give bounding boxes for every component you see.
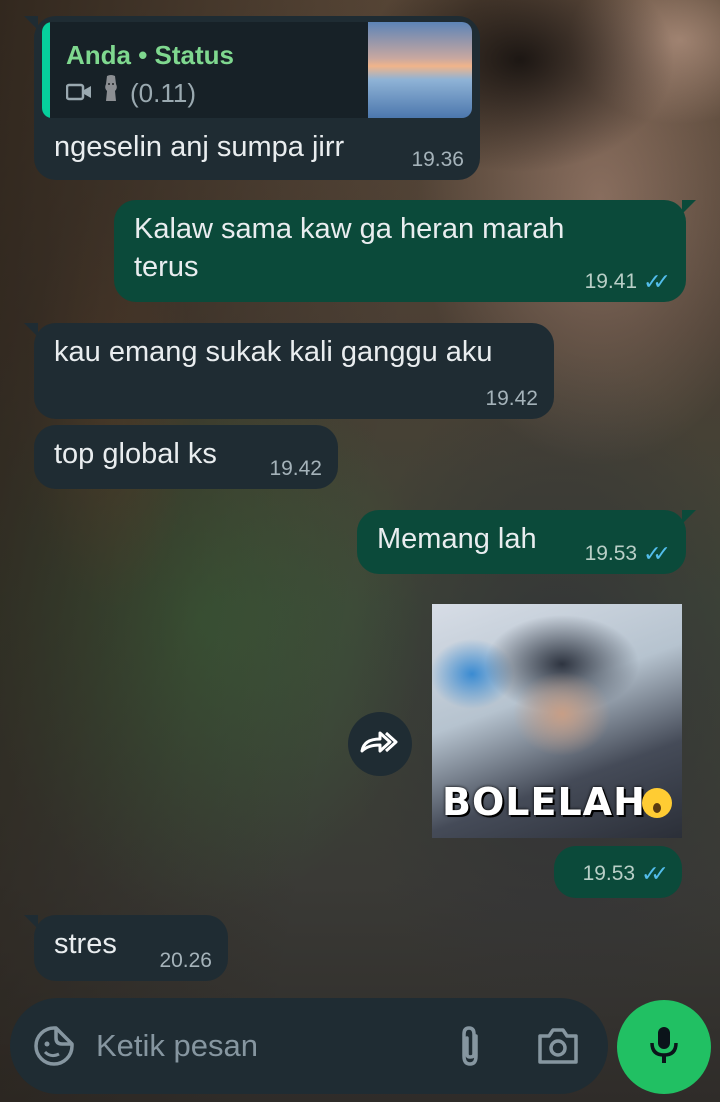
quoted-status[interactable]: Anda • Status (0.11) [42, 22, 472, 118]
quote-accent-bar [42, 22, 50, 118]
message-time: 19.41 ✓✓ [585, 269, 671, 294]
video-icon [65, 74, 92, 112]
status-thumbnail [368, 22, 472, 118]
message-time: 19.42 [485, 387, 538, 410]
quote-title: Anda • Status [66, 40, 235, 70]
message-time: 19.53 ✓✓ [583, 861, 669, 886]
message-bubble-incoming[interactable]: Anda • Status (0.11) ngeselin anj sumpa … [24, 16, 480, 180]
message-text: Kalaw sama kaw ga heran marah terus [134, 213, 565, 283]
message-input[interactable] [96, 1024, 426, 1068]
message-bubble-outgoing[interactable]: Memang lah 19.53 ✓✓ [357, 510, 696, 574]
sticker-image[interactable]: BOLELAH [432, 604, 682, 838]
message-text: kau emang sukak kali ganggu aku [54, 336, 493, 368]
sticker-caption: BOLELAH [442, 780, 646, 824]
read-receipt-icon: ✓✓ [643, 269, 671, 294]
message-time: 19.42 [269, 457, 322, 480]
read-receipt-icon: ✓✓ [643, 541, 671, 566]
message-bubble-incoming[interactable]: stres 20.26 [24, 915, 228, 981]
message-bubble-incoming[interactable]: top global ks 19.42 [34, 425, 338, 489]
message-bubble-outgoing[interactable]: Kalaw sama kaw ga heran marah terus 19.4… [114, 200, 696, 302]
statue-emoji-icon [102, 74, 120, 112]
attach-icon[interactable] [448, 1024, 492, 1068]
sticker-time-bubble: 19.53 ✓✓ [554, 846, 682, 898]
message-composer [10, 998, 608, 1094]
sticker-icon[interactable] [32, 1024, 76, 1068]
message-time: 20.26 [159, 949, 212, 972]
mic-icon [649, 1025, 679, 1070]
voice-record-button[interactable] [617, 1000, 711, 1094]
surprised-emoji-icon [642, 788, 672, 818]
message-time: 19.53 ✓✓ [585, 541, 671, 566]
forward-icon [360, 729, 400, 760]
read-receipt-icon: ✓✓ [641, 861, 669, 886]
message-bubble-incoming[interactable]: kau emang sukak kali ganggu aku 19.42 [24, 323, 554, 419]
message-time: 19.36 [411, 148, 464, 171]
message-text: ngeselin anj sumpa jirr [54, 131, 345, 163]
quote-duration: (0.11) [130, 78, 196, 108]
camera-icon[interactable] [534, 1024, 582, 1068]
forward-button[interactable] [348, 712, 412, 776]
quote-meta: (0.11) [65, 74, 196, 112]
